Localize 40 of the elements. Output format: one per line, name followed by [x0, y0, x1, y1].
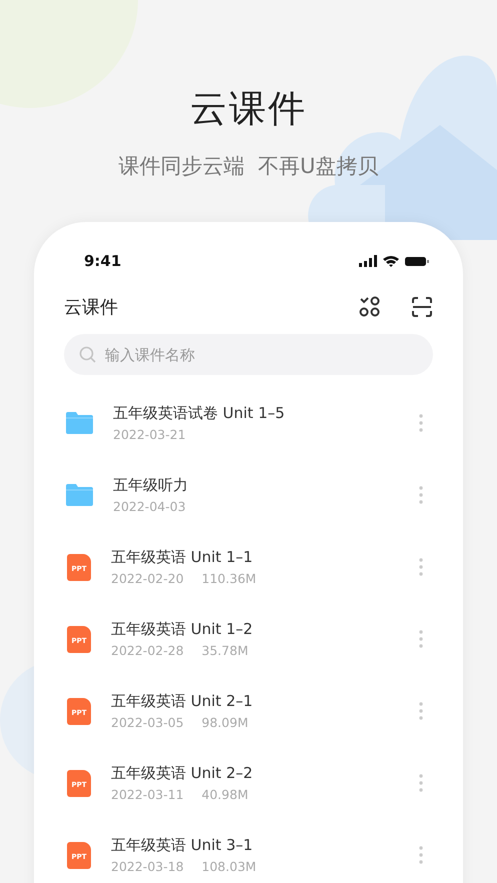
file-name: 五年级英语 Unit 3–1	[111, 836, 254, 855]
file-date: 2022-02-20	[111, 571, 184, 586]
search-field[interactable]: 输入课件名称	[64, 334, 433, 375]
more-icon[interactable]	[419, 414, 423, 432]
file-item[interactable]: 五年级英语试卷 Unit 1–5 2022-03-21	[64, 387, 433, 459]
file-date: 2022-04-03	[113, 499, 186, 514]
more-icon[interactable]	[419, 630, 423, 648]
file-size: 108.03M	[202, 859, 256, 874]
signal-icon	[359, 255, 377, 267]
more-icon[interactable]	[419, 774, 423, 792]
promo-subtitle: 课件同步云端 不再U盘拷贝	[118, 153, 378, 180]
file-date: 2022-03-05	[111, 715, 184, 730]
scan-icon[interactable]	[411, 296, 433, 318]
file-date: 2022-02-28	[111, 643, 184, 658]
folder-icon	[66, 412, 93, 434]
file-name: 五年级英语试卷 Unit 1–5	[113, 404, 286, 423]
more-icon[interactable]	[419, 702, 423, 720]
file-name: 五年级英语 Unit 1–2	[111, 620, 254, 639]
promo-title: 云课件	[190, 86, 307, 132]
shapes-icon[interactable]	[359, 296, 381, 318]
file-size: 98.09M	[202, 715, 248, 730]
file-item[interactable]: 五年级听力 2022-04-03	[64, 459, 433, 531]
file-name: 五年级听力	[113, 476, 189, 495]
file-date: 2022-03-11	[111, 787, 184, 802]
battery-icon	[405, 256, 429, 266]
status-time: 9:41	[84, 252, 122, 270]
file-name: 五年级英语 Unit 2–2	[111, 764, 254, 783]
more-icon[interactable]	[419, 846, 423, 864]
folder-icon	[66, 484, 93, 506]
app-title: 云课件	[64, 296, 118, 319]
file-date: 2022-03-21	[113, 427, 186, 442]
file-size: 35.78M	[202, 643, 248, 658]
file-name: 五年级英语 Unit 1–1	[111, 548, 254, 567]
more-icon[interactable]	[419, 558, 423, 576]
file-date: 2022-03-18	[111, 859, 184, 874]
more-icon[interactable]	[419, 486, 423, 504]
wifi-icon	[383, 255, 399, 267]
file-size: 40.98M	[202, 787, 248, 802]
file-name: 五年级英语 Unit 2–1	[111, 692, 254, 711]
file-size: 110.36M	[202, 571, 256, 586]
